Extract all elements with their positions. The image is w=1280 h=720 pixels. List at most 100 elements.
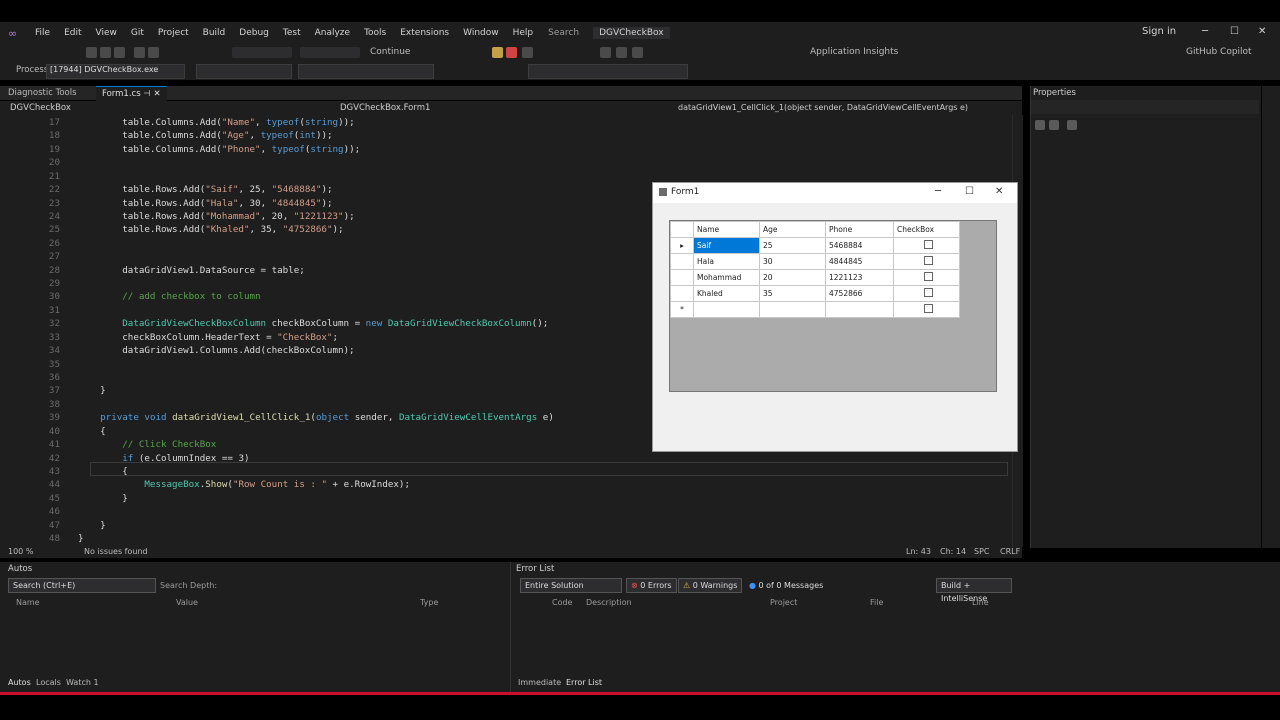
step-out-icon[interactable] <box>632 47 643 58</box>
cell-checkbox[interactable] <box>893 253 960 270</box>
new-icon[interactable] <box>86 47 97 58</box>
cell-checkbox[interactable] <box>893 237 960 254</box>
tab-locals[interactable]: Locals <box>36 678 61 687</box>
code-line[interactable]: 47 } <box>0 520 1012 533</box>
warnings-filter[interactable]: ⚠ 0 Warnings <box>678 578 743 593</box>
autos-search-input[interactable]: Search (Ctrl+E) <box>8 578 156 593</box>
checkbox-icon[interactable] <box>923 288 933 297</box>
step-into-icon[interactable] <box>616 47 627 58</box>
table-row[interactable]: Mohammad 20 1221123 <box>670 269 960 286</box>
zoom-level[interactable]: 100 % <box>8 547 33 556</box>
categorized-icon[interactable] <box>1035 120 1045 130</box>
col-description[interactable]: Description <box>586 598 632 607</box>
cell-name[interactable]: Saif <box>693 237 760 254</box>
row-header[interactable] <box>670 269 694 286</box>
cell-name[interactable]: Hala <box>693 253 760 270</box>
col-code[interactable]: Code <box>552 598 572 607</box>
code-line[interactable]: 46 <box>0 506 1012 519</box>
restart-icon[interactable] <box>522 47 533 58</box>
redo-icon[interactable] <box>148 47 159 58</box>
form-minimize-icon[interactable]: ─ <box>935 186 941 197</box>
whitespace-mode[interactable]: SPC <box>974 547 990 556</box>
cell-name[interactable]: Khaled <box>693 285 760 302</box>
cell-age[interactable] <box>759 301 826 318</box>
open-icon[interactable] <box>100 47 111 58</box>
col-file[interactable]: File <box>870 598 883 607</box>
github-copilot-button[interactable]: GitHub Copilot <box>1186 47 1252 57</box>
code-text[interactable]: private void dataGridView1_CellClick_1(o… <box>78 412 554 423</box>
minimize-icon[interactable]: ─ <box>1202 26 1208 37</box>
nav-member[interactable]: dataGridView1_CellClick_1(object sender,… <box>674 102 968 114</box>
tab-immediate[interactable]: Immediate <box>518 678 561 687</box>
cell-phone[interactable]: 4844845 <box>825 253 894 270</box>
code-text[interactable]: } <box>78 533 84 544</box>
menu-edit[interactable]: Edit <box>64 28 81 38</box>
menu-build[interactable]: Build <box>203 28 226 38</box>
code-text[interactable]: checkBoxColumn.HeaderText = "CheckBox"; <box>78 332 338 343</box>
platform-dropdown[interactable] <box>300 47 360 58</box>
config-dropdown[interactable] <box>232 47 292 58</box>
tab-error-list[interactable]: Error List <box>566 678 602 687</box>
menu-file[interactable]: File <box>35 28 50 38</box>
nav-project[interactable]: DGVCheckBox <box>6 102 71 114</box>
menu-git[interactable]: Git <box>131 28 144 38</box>
undo-icon[interactable] <box>134 47 145 58</box>
cell-phone[interactable]: 1221123 <box>825 269 894 286</box>
process-dropdown[interactable]: [17944] DGVCheckBox.exe <box>46 64 185 79</box>
cell-phone[interactable] <box>825 301 894 318</box>
menu-debug[interactable]: Debug <box>239 28 269 38</box>
data-grid-view[interactable]: Name Age Phone CheckBox ▸ Saif 25 546888… <box>669 220 997 392</box>
new-row-header-icon[interactable]: * <box>670 301 694 318</box>
row-header[interactable] <box>670 253 694 270</box>
code-text[interactable]: } <box>78 493 128 504</box>
code-line[interactable]: 19 table.Columns.Add("Phone", typeof(str… <box>0 144 1012 157</box>
col-header-checkbox[interactable]: CheckBox <box>893 221 960 238</box>
cell-checkbox[interactable] <box>893 285 960 302</box>
search-box[interactable]: Search <box>548 28 579 38</box>
continue-button[interactable]: Continue <box>370 47 410 57</box>
tab-autos[interactable]: Autos <box>8 678 31 687</box>
code-line[interactable]: 20 <box>0 157 1012 170</box>
maximize-icon[interactable]: ☐ <box>1230 26 1239 37</box>
tab-diagnostic-tools[interactable]: Diagnostic Tools <box>2 86 83 100</box>
code-text[interactable]: table.Columns.Add("Phone", typeof(string… <box>78 144 360 155</box>
code-text[interactable]: MessageBox.Show("Row Count is : " + e.Ro… <box>78 479 410 490</box>
cell-checkbox[interactable] <box>893 269 960 286</box>
col-value[interactable]: Value <box>176 598 198 607</box>
code-text[interactable]: table.Columns.Add("Age", typeof(int)); <box>78 130 332 141</box>
cell-name[interactable] <box>693 301 760 318</box>
code-text[interactable]: DataGridViewCheckBoxColumn checkBoxColum… <box>78 318 548 329</box>
cell-age[interactable]: 30 <box>759 253 826 270</box>
alphabetical-icon[interactable] <box>1049 120 1059 130</box>
cell-age[interactable]: 20 <box>759 269 826 286</box>
pin-icon[interactable]: ⊣ <box>143 89 150 99</box>
code-line[interactable]: 45 } <box>0 493 1012 506</box>
step-over-icon[interactable] <box>600 47 611 58</box>
table-row[interactable]: Khaled 35 4752866 <box>670 285 960 302</box>
properties-object-dropdown[interactable] <box>1031 100 1259 114</box>
errors-filter[interactable]: ⊗ 0 Errors <box>626 578 677 593</box>
code-line[interactable]: 17 table.Columns.Add("Name", typeof(stri… <box>0 117 1012 130</box>
cell-checkbox[interactable] <box>893 301 960 318</box>
new-row[interactable]: * <box>670 301 960 318</box>
cell-phone[interactable]: 5468884 <box>825 237 894 254</box>
stop-icon[interactable] <box>506 47 517 58</box>
save-icon[interactable] <box>114 47 125 58</box>
signin-link[interactable]: Sign in <box>1142 26 1176 37</box>
cell-name[interactable]: Mohammad <box>693 269 760 286</box>
pause-icon[interactable] <box>492 47 503 58</box>
stackframe-dropdown[interactable] <box>528 64 688 79</box>
code-text[interactable]: } <box>78 520 106 531</box>
wrench-icon[interactable] <box>1067 120 1077 130</box>
menu-analyze[interactable]: Analyze <box>315 28 350 38</box>
menu-view[interactable]: View <box>96 28 117 38</box>
form-maximize-icon[interactable]: ☐ <box>965 186 974 197</box>
code-text[interactable]: table.Rows.Add("Khaled", 35, "4752866"); <box>78 224 343 235</box>
col-header-name[interactable]: Name <box>693 221 760 238</box>
menu-extensions[interactable]: Extensions <box>400 28 449 38</box>
menu-project[interactable]: Project <box>158 28 189 38</box>
code-line[interactable]: 48} <box>0 533 1012 546</box>
scope-dropdown[interactable]: Entire Solution <box>520 578 622 593</box>
menu-test[interactable]: Test <box>283 28 301 38</box>
app-insights-button[interactable]: Application Insights <box>810 47 898 57</box>
